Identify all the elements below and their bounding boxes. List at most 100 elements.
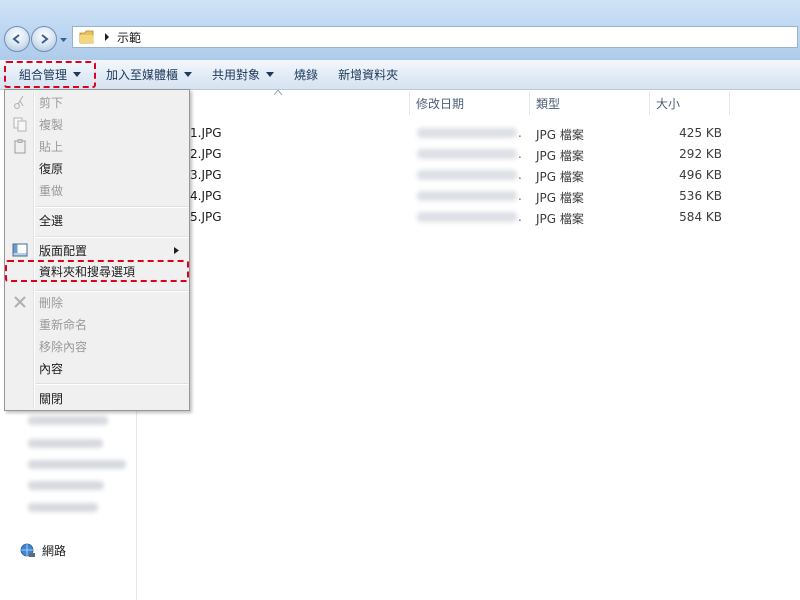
chevron-down-icon <box>266 72 275 77</box>
address-bar-area: 示範 <box>0 0 800 60</box>
breadcrumb-current-folder[interactable]: 示範 <box>117 29 141 46</box>
file-row[interactable]: 5.JPG . JPG 檔案 584 KB <box>137 207 737 228</box>
menu-item-label: 復原 <box>39 161 64 176</box>
file-type: JPG 檔案 <box>536 149 584 163</box>
file-date-blurred <box>417 191 517 201</box>
new-folder-label: 新增資料夾 <box>338 68 399 82</box>
organize-menu: 剪下 複製 貼上 復原 重做 全選 版面配置 資料夾和搜尋選項 刪除 重新命名 … <box>4 89 190 411</box>
file-row[interactable]: 3.JPG . JPG 檔案 496 KB <box>137 165 737 186</box>
menu-item-properties[interactable]: 內容 <box>7 357 187 379</box>
menu-item-paste[interactable]: 貼上 <box>7 135 187 157</box>
menu-item-rename[interactable]: 重新命名 <box>7 313 187 335</box>
menu-item-folder-and-search-options[interactable]: 資料夾和搜尋選項 <box>5 260 189 282</box>
nav-item-blurred[interactable] <box>28 503 98 512</box>
file-type: JPG 檔案 <box>536 170 584 184</box>
share-with-button[interactable]: 共用對象 <box>202 63 284 87</box>
file-date-ellipsis: . <box>518 210 522 224</box>
menu-item-undo[interactable]: 復原 <box>7 157 187 179</box>
column-header-type-label: 類型 <box>536 96 561 111</box>
folder-icon <box>79 30 94 44</box>
column-header-date-label: 修改日期 <box>416 96 465 111</box>
file-name: 5.JPG <box>190 210 222 224</box>
file-date-blurred <box>417 128 517 138</box>
breadcrumb-separator-icon[interactable] <box>103 33 111 41</box>
file-date-ellipsis: . <box>518 126 522 140</box>
menu-item-close[interactable]: 關閉 <box>7 387 187 409</box>
menu-item-redo[interactable]: 重做 <box>7 179 187 201</box>
layout-panes-icon <box>12 243 28 257</box>
file-date-blurred <box>417 149 517 159</box>
column-header-size-label: 大小 <box>656 96 681 111</box>
menu-item-label: 版面配置 <box>39 243 88 258</box>
file-name: 2.JPG <box>190 147 222 161</box>
menu-item-label: 重做 <box>39 183 64 198</box>
menu-item-copy[interactable]: 複製 <box>7 113 187 135</box>
menu-item-label: 刪除 <box>39 295 64 310</box>
file-row[interactable]: 4.JPG . JPG 檔案 536 KB <box>137 186 737 207</box>
arrow-right-icon <box>41 34 49 44</box>
menu-item-layout[interactable]: 版面配置 <box>7 239 187 261</box>
menu-item-label: 關閉 <box>39 391 64 406</box>
file-name: 3.JPG <box>190 168 222 182</box>
menu-item-label: 複製 <box>39 117 64 132</box>
column-header-date-modified[interactable]: 修改日期 <box>410 91 530 115</box>
chevron-down-icon <box>184 72 193 77</box>
copy-icon <box>13 117 27 132</box>
burn-label: 燒錄 <box>294 68 319 82</box>
chevron-right-icon <box>174 247 179 254</box>
column-header-type[interactable]: 類型 <box>530 91 650 115</box>
nav-item-blurred[interactable] <box>28 460 126 469</box>
file-date-blurred <box>417 170 517 180</box>
menu-separator <box>36 206 188 208</box>
menu-item-label: 全選 <box>39 213 64 228</box>
new-folder-button[interactable]: 新增資料夾 <box>328 63 408 87</box>
file-row[interactable]: 1.JPG . JPG 檔案 425 KB <box>137 123 737 144</box>
file-size: 496 KB <box>679 168 722 182</box>
chevron-down-icon <box>73 72 82 77</box>
menu-item-cut[interactable]: 剪下 <box>7 91 187 113</box>
file-size: 536 KB <box>679 189 722 203</box>
forward-button[interactable] <box>31 26 57 52</box>
menu-separator <box>36 236 188 238</box>
file-date-ellipsis: . <box>518 168 522 182</box>
scissors-icon <box>14 95 24 109</box>
file-size: 584 KB <box>679 210 722 224</box>
menu-item-label: 重新命名 <box>39 317 88 332</box>
menu-item-label: 貼上 <box>39 139 64 154</box>
menu-item-label: 資料夾和搜尋選項 <box>39 264 136 279</box>
file-type: JPG 檔案 <box>536 191 584 205</box>
menu-separator <box>36 383 188 385</box>
column-header-size[interactable]: 大小 <box>650 91 730 115</box>
menu-item-label: 內容 <box>39 361 64 376</box>
nav-network-label: 網路 <box>42 544 67 558</box>
delete-x-icon <box>14 296 26 308</box>
file-size: 292 KB <box>679 147 722 161</box>
nav-item-blurred[interactable] <box>28 439 103 448</box>
chevron-down-icon <box>60 38 67 42</box>
file-date-blurred <box>417 212 517 222</box>
nav-item-blurred[interactable] <box>28 481 104 490</box>
menu-item-label: 移除內容 <box>39 339 88 354</box>
menu-item-delete[interactable]: 刪除 <box>7 291 187 313</box>
recent-pages-dropdown[interactable] <box>59 36 68 44</box>
menu-item-remove-properties[interactable]: 移除內容 <box>7 335 187 357</box>
back-button[interactable] <box>4 26 30 52</box>
nav-item-network[interactable]: 網路 <box>20 542 66 559</box>
file-type: JPG 檔案 <box>536 128 584 142</box>
sort-ascending-icon <box>274 90 282 95</box>
network-icon <box>20 543 35 557</box>
file-date-ellipsis: . <box>518 189 522 203</box>
menu-item-select-all[interactable]: 全選 <box>7 209 187 231</box>
menu-item-label: 剪下 <box>39 95 64 110</box>
arrow-left-icon <box>12 34 20 44</box>
burn-button[interactable]: 燒錄 <box>284 63 328 87</box>
file-size: 425 KB <box>679 126 722 140</box>
add-to-library-button[interactable]: 加入至媒體櫃 <box>96 63 202 87</box>
file-date-ellipsis: . <box>518 147 522 161</box>
file-row[interactable]: 2.JPG . JPG 檔案 292 KB <box>137 144 737 165</box>
nav-item-blurred[interactable] <box>28 416 108 425</box>
file-type: JPG 檔案 <box>536 212 584 226</box>
organize-button[interactable]: 組合管理 <box>4 61 97 88</box>
address-input[interactable]: 示範 <box>72 26 798 48</box>
file-name: 4.JPG <box>190 189 222 203</box>
